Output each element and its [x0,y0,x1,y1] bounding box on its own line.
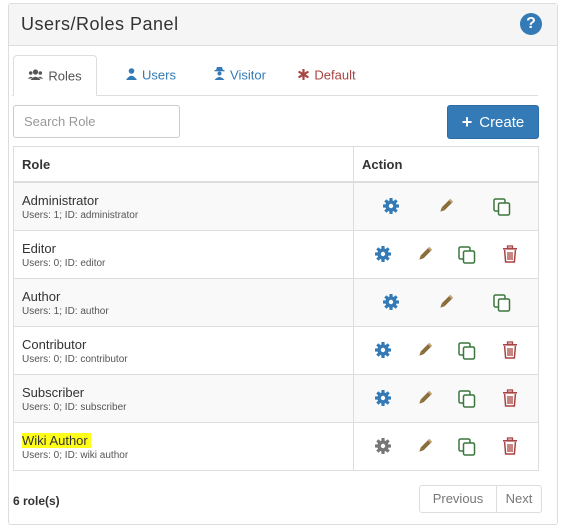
role-meta: Users: 1; ID: author [22,305,109,317]
panel-title: Users/Roles Panel [21,14,179,34]
role-name: Administrator [22,192,99,208]
role-name: Contributor [22,336,87,352]
panel-heading: Users/Roles Panel ? [9,4,557,46]
user-icon [126,56,138,96]
role-cell: Wiki Author Users: 0; ID: wiki author [13,422,354,471]
role-cell: Author Users: 1; ID: author [13,278,354,327]
action-cell [353,230,539,279]
action-group [362,423,530,470]
role-count: 6 role(s) [13,494,60,508]
delete-trash-icon[interactable] [502,437,522,457]
action-group [362,375,530,422]
table-row: Wiki Author Users: 0; ID: wiki author [13,422,539,471]
users-icon [28,57,44,97]
role-meta: Users: 0; ID: wiki author [22,449,129,461]
copy-icon[interactable] [492,293,512,313]
edit-pencil-icon[interactable] [416,245,436,265]
tab-label: Roles [48,68,82,84]
role-cell: Administrator Users: 1; ID: administrator [13,181,354,231]
copy-icon[interactable] [457,437,477,457]
role-meta: Users: 1; ID: administrator [22,209,139,221]
column-header-action: Action [353,146,539,183]
asterisk-icon [298,56,310,96]
edit-pencil-icon[interactable] [437,293,457,313]
delete-trash-icon[interactable] [502,341,522,361]
tab-roles[interactable]: Roles [13,55,97,96]
table-row: Administrator Users: 1; ID: administrator [13,181,539,231]
edit-pencil-icon[interactable] [437,197,457,217]
next-page-button[interactable]: Next [496,485,542,513]
action-group [362,183,530,230]
table-header-row: Role Action [13,146,539,183]
action-cell [353,422,539,471]
visitor-icon [214,56,225,96]
settings-gear-icon[interactable] [374,437,394,457]
column-header-role: Role [13,146,354,183]
edit-pencil-icon[interactable] [416,341,436,361]
settings-gear-icon[interactable] [382,293,402,313]
role-meta: Users: 0; ID: subscriber [22,401,127,413]
edit-pencil-icon[interactable] [416,437,436,457]
search-role-input[interactable] [13,105,180,138]
role-cell: Contributor Users: 0; ID: contributor [13,326,354,375]
action-group [362,327,530,374]
action-cell [353,326,539,375]
edit-pencil-icon[interactable] [416,389,436,409]
copy-icon[interactable] [457,245,477,265]
create-role-button[interactable]: + Create [447,105,539,139]
role-name: Editor [22,240,56,256]
tab-default[interactable]: Default [287,55,367,96]
table-row: Contributor Users: 0; ID: contributor [13,326,539,375]
tab-label: Default [314,67,356,83]
plus-icon: + [461,112,473,132]
table-row: Subscriber Users: 0; ID: subscriber [13,374,539,423]
tab-users[interactable]: Users [113,55,189,96]
copy-icon[interactable] [492,197,512,217]
settings-gear-icon[interactable] [374,389,394,409]
role-meta: Users: 0; ID: contributor [22,353,128,365]
action-cell [353,278,539,327]
previous-page-button[interactable]: Previous [419,485,497,513]
action-cell [353,374,539,423]
tab-label: Visitor [230,67,266,83]
help-icon[interactable]: ? [520,13,542,35]
action-group [362,231,530,278]
role-meta: Users: 0; ID: editor [22,257,106,269]
role-cell: Editor Users: 0; ID: editor [13,230,354,279]
role-name: Subscriber [22,384,85,400]
role-name: Wiki Author [22,432,91,448]
create-button-label: Create [479,114,525,131]
table-row: Author Users: 1; ID: author [13,278,539,327]
action-group [362,279,530,326]
roles-table: Role Action Administrator Users: 1; ID: a… [13,146,539,471]
copy-icon[interactable] [457,389,477,409]
tab-visitor[interactable]: Visitor [198,55,282,96]
role-name: Author [22,288,61,304]
action-cell [353,181,539,231]
tab-bar: Roles Users Visitor Default [12,53,538,96]
settings-gear-icon[interactable] [374,341,394,361]
table-row: Editor Users: 0; ID: editor [13,230,539,279]
tab-label: Users [142,67,176,83]
delete-trash-icon[interactable] [502,389,522,409]
copy-icon[interactable] [457,341,477,361]
delete-trash-icon[interactable] [502,245,522,265]
settings-gear-icon[interactable] [374,245,394,265]
settings-gear-icon[interactable] [382,197,402,217]
role-cell: Subscriber Users: 0; ID: subscriber [13,374,354,423]
